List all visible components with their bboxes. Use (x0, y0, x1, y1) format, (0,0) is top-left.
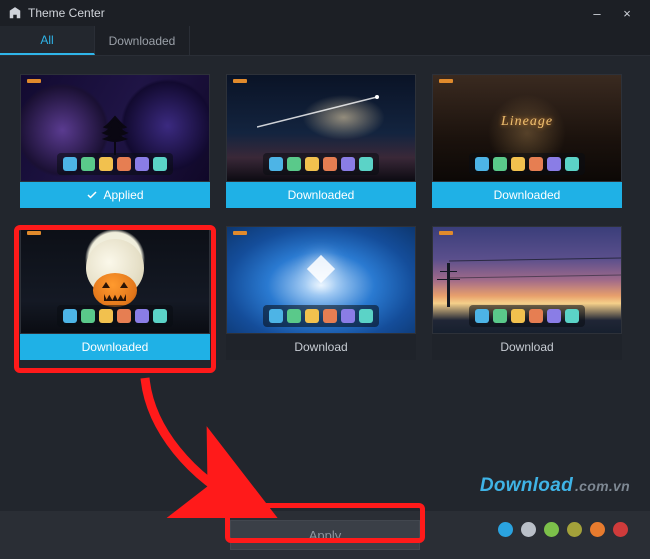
dot-olive[interactable] (567, 522, 582, 537)
theme-card[interactable]: Download (432, 226, 622, 360)
theme-thumbnail (432, 226, 622, 334)
theme-card[interactable]: Download (226, 226, 416, 360)
theme-status: Downloaded (432, 182, 622, 208)
watermark: Download.com.vn (480, 475, 630, 497)
tab-downloaded[interactable]: Downloaded (95, 26, 190, 55)
theme-thumbnail (226, 74, 416, 182)
close-button[interactable]: × (612, 3, 642, 23)
theme-status: Download (432, 334, 622, 360)
theme-thumbnail (20, 74, 210, 182)
dot-green[interactable] (544, 522, 559, 537)
theme-thumbnail (226, 226, 416, 334)
theme-status: Downloaded (20, 334, 210, 360)
theme-card[interactable]: Downloaded (226, 74, 416, 208)
theme-center-window: Theme Center – × All Downloaded Applied (0, 0, 650, 559)
theme-status: Applied (20, 182, 210, 208)
theme-card[interactable]: Downloaded (20, 226, 210, 360)
check-icon (86, 189, 98, 201)
window-title: Theme Center (28, 6, 105, 20)
theme-status: Download (226, 334, 416, 360)
theme-card[interactable]: Lineage Downloaded (432, 74, 622, 208)
dot-orange[interactable] (590, 522, 605, 537)
minimize-button[interactable]: – (582, 3, 612, 23)
dot-red[interactable] (613, 522, 628, 537)
tab-all[interactable]: All (0, 26, 95, 55)
tabs: All Downloaded (0, 26, 650, 56)
annotation-arrow-icon (130, 368, 280, 518)
app-icon (8, 6, 22, 20)
theme-thumbnail: Lineage (432, 74, 622, 182)
theme-logo-text: Lineage (501, 114, 553, 130)
theme-status: Downloaded (226, 182, 416, 208)
theme-thumbnail (20, 226, 210, 334)
titlebar: Theme Center – × (0, 0, 650, 26)
dot-grey[interactable] (521, 522, 536, 537)
apply-button[interactable]: Apply (230, 520, 420, 550)
color-dots (498, 522, 628, 537)
dot-blue[interactable] (498, 522, 513, 537)
theme-card[interactable]: Applied (20, 74, 210, 208)
theme-grid-area: Applied Downloaded Lineage Dow (0, 56, 650, 360)
